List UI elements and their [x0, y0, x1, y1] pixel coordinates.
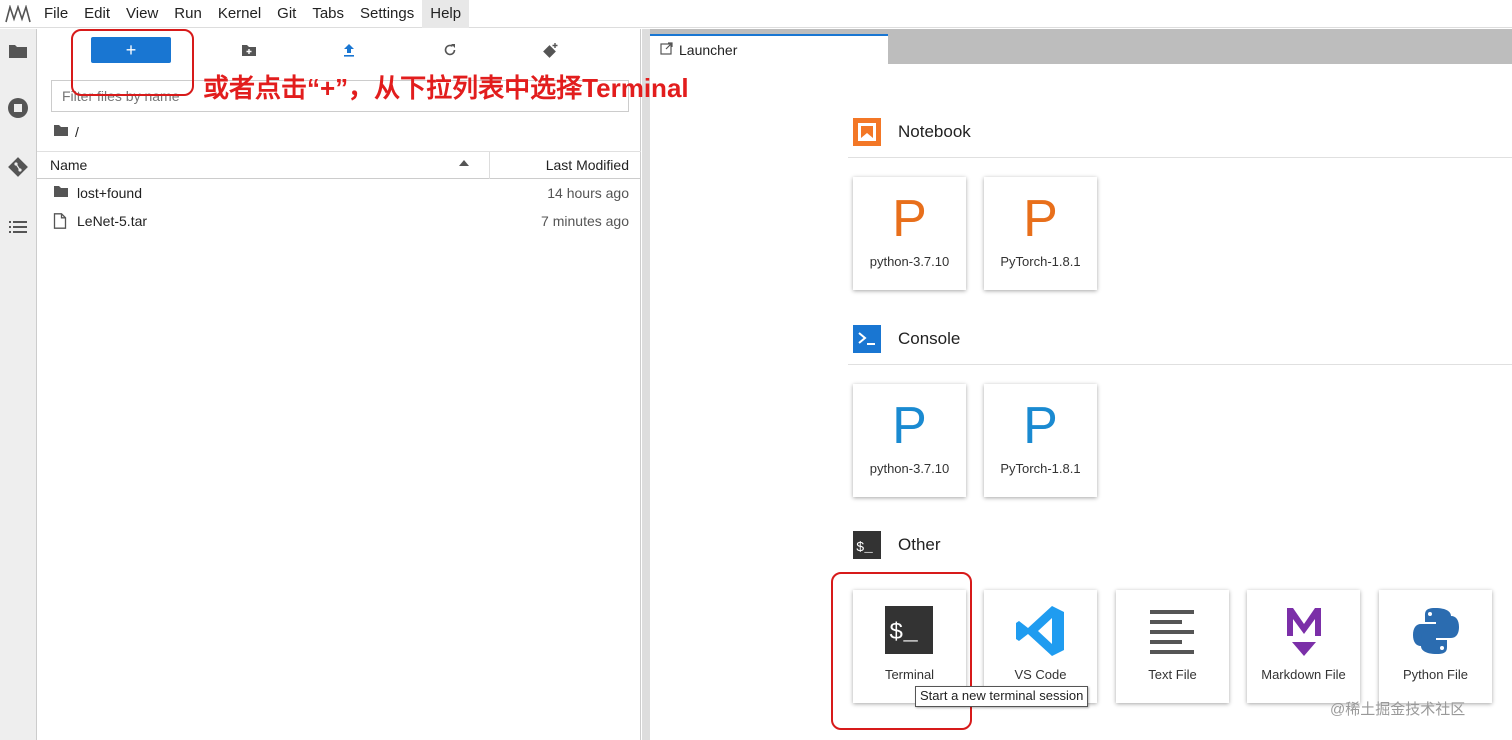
file-modified: 7 minutes ago: [541, 213, 629, 229]
other-section-header: $_ Other: [852, 530, 1512, 560]
section-divider: [848, 364, 1512, 365]
file-list-header: Name Last Modified: [37, 151, 641, 179]
column-divider[interactable]: [489, 152, 490, 179]
file-row[interactable]: LeNet-5.tar 7 minutes ago: [37, 207, 641, 235]
breadcrumb-root[interactable]: /: [75, 124, 79, 140]
menu-bar: File Edit View Run Kernel Git Tabs Setti…: [0, 0, 1512, 28]
panel-splitter[interactable]: [642, 29, 650, 740]
tab-bar: Launcher: [650, 29, 1512, 64]
launcher-tab-icon: [660, 42, 673, 58]
column-last-modified[interactable]: Last Modified: [546, 157, 629, 173]
activity-bar: [0, 29, 37, 740]
folder-icon[interactable]: [53, 124, 69, 140]
kernel-letter: P: [1023, 190, 1058, 248]
git-clone-icon[interactable]: [541, 41, 559, 59]
kernel-letter: P: [1023, 397, 1058, 455]
menu-settings[interactable]: Settings: [352, 0, 422, 28]
card-label: python-3.7.10: [869, 254, 950, 269]
card-label: PyTorch-1.8.1: [1000, 461, 1081, 476]
python-file-card[interactable]: Python File: [1379, 590, 1492, 703]
menu-view[interactable]: View: [118, 0, 166, 28]
tab-label: Launcher: [679, 42, 738, 58]
table-of-contents-icon[interactable]: [6, 215, 30, 239]
file-name: lost+found: [77, 185, 142, 201]
card-label: Python File: [1402, 667, 1469, 682]
file-icon: [53, 213, 69, 229]
card-label: Text File: [1148, 667, 1197, 682]
card-label: VS Code: [1014, 667, 1067, 682]
console-card[interactable]: P python-3.7.10: [853, 384, 966, 497]
kernel-letter: P: [892, 190, 927, 248]
upload-icon[interactable]: [340, 41, 358, 59]
running-kernels-icon[interactable]: [6, 96, 30, 120]
section-divider: [848, 157, 1512, 158]
menu-edit[interactable]: Edit: [76, 0, 118, 28]
notebook-icon: [852, 117, 882, 147]
git-icon[interactable]: [6, 155, 30, 179]
notebook-section-header: Notebook: [852, 117, 1512, 147]
console-section-header: Console: [852, 324, 1512, 354]
annotation-highlight-new-button: [71, 29, 194, 96]
svg-text:$_: $_: [856, 540, 873, 556]
file-modified: 14 hours ago: [547, 185, 629, 201]
menu-kernel[interactable]: Kernel: [210, 0, 269, 28]
terminal-tooltip: Start a new terminal session: [915, 686, 1089, 707]
refresh-icon[interactable]: [441, 41, 459, 59]
file-row[interactable]: lost+found 14 hours ago: [37, 179, 641, 207]
card-label: python-3.7.10: [869, 461, 950, 476]
text-file-icon: [1146, 604, 1200, 658]
text-file-card[interactable]: Text File: [1116, 590, 1229, 703]
card-label: Markdown File: [1261, 667, 1346, 682]
menu-run[interactable]: Run: [166, 0, 210, 28]
folder-icon: [53, 185, 69, 201]
sort-ascending-icon[interactable]: [459, 160, 469, 166]
section-title: Console: [898, 329, 961, 348]
menu-tabs[interactable]: Tabs: [304, 0, 352, 28]
annotation-text: 或者点击“+”，从下拉列表中选择Terminal: [203, 73, 689, 103]
console-icon: [852, 324, 882, 354]
new-folder-icon[interactable]: [240, 41, 258, 59]
section-title: Notebook: [898, 122, 971, 141]
notebook-card[interactable]: P python-3.7.10: [853, 177, 966, 290]
console-card[interactable]: P PyTorch-1.8.1: [984, 384, 1097, 497]
menu-git[interactable]: Git: [269, 0, 304, 28]
notebook-card[interactable]: P PyTorch-1.8.1: [984, 177, 1097, 290]
menu-help[interactable]: Help: [422, 0, 470, 28]
markdown-file-card[interactable]: Markdown File: [1247, 590, 1360, 703]
markdown-icon: [1277, 604, 1331, 658]
python-icon: [1409, 604, 1463, 658]
breadcrumb: /: [53, 123, 79, 141]
launcher-panel: Notebook P python-3.7.10 P PyTorch-1.8.1…: [650, 64, 1512, 740]
jupyter-logo-icon[interactable]: [0, 0, 36, 28]
terminal-section-icon: $_: [852, 530, 882, 560]
section-title: Other: [898, 535, 941, 554]
file-browser-panel: + / Name Last Modified lost+found 14 hou…: [37, 29, 641, 740]
menu-file[interactable]: File: [36, 0, 76, 28]
column-name[interactable]: Name: [50, 157, 87, 173]
tab-launcher[interactable]: Launcher: [650, 34, 888, 64]
folder-icon[interactable]: [6, 39, 30, 63]
kernel-letter: P: [892, 397, 927, 455]
vscode-icon: [1014, 604, 1068, 658]
watermark: @稀土掘金技术社区: [1330, 701, 1466, 718]
card-label: PyTorch-1.8.1: [1000, 254, 1081, 269]
file-name: LeNet-5.tar: [77, 213, 148, 229]
